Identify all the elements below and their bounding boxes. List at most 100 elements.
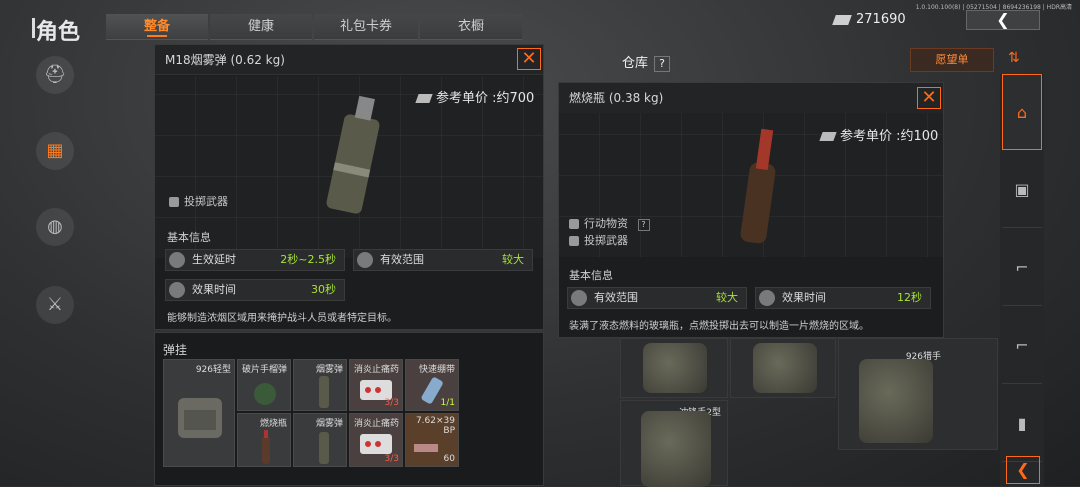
stat-label: 有效范围 (594, 291, 638, 304)
stat-range: 有效范围 较大 (567, 287, 747, 309)
backpack-icon[interactable]: ◍ (36, 208, 74, 246)
stat-value: 较大 (716, 291, 738, 304)
pills-image (360, 434, 392, 454)
bag-image (643, 343, 707, 393)
container-icon[interactable]: ▣ (1002, 152, 1042, 228)
bag-image (859, 359, 933, 443)
slot-count: 3/3 (384, 454, 399, 464)
cash-icon (819, 132, 837, 141)
category-tag: 投掷武器 (169, 193, 228, 209)
slot-ammo[interactable]: 7.62×39 BP 60 (405, 413, 459, 467)
back-arrow-icon: ❮ (996, 10, 1010, 29)
bag-image (753, 343, 817, 393)
tab-wardrobe[interactable]: 衣橱 (420, 14, 522, 40)
cash-icon (415, 94, 433, 103)
rifle-icon[interactable]: ⌐ (1002, 230, 1042, 306)
smoke-image (319, 376, 329, 408)
weapon-icon[interactable]: ⚔ (36, 286, 74, 324)
slot-count: 3/3 (384, 398, 399, 408)
helmet-icon[interactable]: ⛑ (36, 56, 74, 94)
range-icon (357, 252, 373, 268)
stat-label: 有效范围 (380, 253, 424, 266)
warehouse-title: 仓库 (622, 56, 649, 71)
slot-name: 破片手榴弹 (241, 365, 287, 375)
stat-label: 效果时间 (782, 291, 826, 304)
slot-painkiller-1[interactable]: 消炎止痛药 3/3 (349, 359, 403, 411)
item-detail-panel-smoke: M18烟雾弹 (0.62 kg) ✕ 参考单价 :约700 投掷武器 基本信息 … (154, 44, 544, 330)
item-description: 能够制造浓烟区域用来掩护战斗人员或者特定目标。 (167, 313, 397, 324)
slot-bandage[interactable]: 快速绷带 1/1 (405, 359, 459, 411)
sort-icon[interactable]: ⇅ (1008, 50, 1020, 66)
tab-health[interactable]: 健康 (210, 14, 312, 40)
timer-icon (169, 282, 185, 298)
stat-value: 较大 (502, 253, 524, 266)
category-label: 投掷武器 (584, 234, 628, 247)
smoke-grenade-image (326, 95, 380, 214)
bag-image (641, 411, 711, 487)
money-amount: 271690 (856, 12, 906, 27)
vest-slot[interactable]: 926轻型 (163, 359, 235, 467)
close-icon[interactable]: ✕ (517, 48, 541, 70)
stat-delay: 生效延时 2秒~2.5秒 (165, 249, 345, 271)
hourglass-icon (169, 252, 185, 268)
molotov-image (262, 430, 270, 464)
slot-smoke-1[interactable]: 烟雾弹 (293, 359, 347, 411)
money-display: 271690 (832, 12, 906, 27)
category-label: 投掷武器 (184, 195, 228, 208)
rifle-icon[interactable]: ⌐ (1002, 308, 1042, 384)
warehouse-cell[interactable] (730, 338, 836, 398)
smoke-image (319, 432, 329, 464)
slot-name: 烟雾弹 (315, 419, 343, 429)
loadout-panel: 弹挂 926轻型 破片手榴弹 烟雾弹 消炎止痛药 3/3 快速绷带 1/1 燃烧瓶 … (154, 332, 544, 486)
grenade-icon (569, 236, 579, 246)
back-button[interactable]: ❮ (966, 10, 1040, 30)
cash-icon (832, 14, 852, 25)
close-icon[interactable]: ✕ (917, 87, 941, 109)
tab-gift-cards[interactable]: 礼包卡券 (314, 14, 418, 40)
slot-frag-grenade[interactable]: 破片手榴弹 (237, 359, 291, 411)
warehouse-filter-bar: ⌂ ▣ ⌐ ⌐ ▮ (1000, 74, 1044, 486)
home-icon[interactable]: ⌂ (1002, 74, 1042, 150)
magazine-icon[interactable]: ▮ (1002, 386, 1042, 462)
reference-price: 参考单价 :约100 (819, 125, 939, 144)
top-bar: 角色 整备 健康 礼包卡券 衣橱 271690 1.0.100.100(8) |… (0, 0, 1080, 45)
stat-range: 有效范围 较大 (353, 249, 533, 271)
price-text: 参考单价 :约100 (840, 129, 939, 144)
slot-name: 7.62×39 BP (415, 416, 455, 436)
stat-label: 生效延时 (192, 253, 236, 266)
armor-icon[interactable]: ▦ (36, 132, 74, 170)
section-title: 基本信息 (167, 231, 211, 244)
item-title: M18烟雾弹 (0.62 kg) (155, 45, 543, 75)
stat-value: 2秒~2.5秒 (280, 253, 336, 266)
category-tag: 投掷武器 (569, 232, 628, 248)
stat-value: 12秒 (897, 291, 922, 304)
warehouse-cell[interactable] (620, 338, 728, 398)
stat-duration: 效果时间 30秒 (165, 279, 345, 301)
stat-value: 30秒 (311, 283, 336, 296)
warehouse-cell[interactable]: 冲锋手2型 (620, 400, 728, 487)
section-title: 基本信息 (569, 269, 613, 282)
vest-image (178, 398, 222, 438)
wishlist-button[interactable]: 愿望单 (910, 48, 994, 72)
slot-smoke-2[interactable]: 烟雾弹 (293, 413, 347, 467)
tab-loadout[interactable]: 整备 (106, 14, 208, 40)
slot-molotov[interactable]: 燃烧瓶 (237, 413, 291, 467)
category-label: 行动物资 (584, 217, 628, 230)
supplies-icon (569, 219, 579, 229)
help-button[interactable]: ? (654, 56, 671, 72)
grenade-image (254, 383, 276, 405)
item-description: 装满了液态燃料的玻璃瓶，点燃投掷出去可以制造一片燃烧的区域。 (569, 321, 869, 332)
timer-icon (759, 290, 775, 306)
slot-painkiller-2[interactable]: 消炎止痛药 3/3 (349, 413, 403, 467)
item-detail-panel-molotov: 燃烧瓶 (0.38 kg) ✕ 参考单价 :约100 行动物资 ? 投掷武器 基… (558, 82, 944, 338)
category-tag: 行动物资 ? (569, 215, 650, 231)
stat-label: 效果时间 (192, 283, 236, 296)
collapse-arrow-icon[interactable]: ❮ (1006, 456, 1040, 484)
price-text: 参考单价 :约700 (436, 91, 535, 106)
reference-price: 参考单价 :约700 (415, 87, 535, 106)
help-button[interactable]: ? (637, 219, 650, 231)
warehouse-cell[interactable]: 926猎手 (838, 338, 998, 450)
item-title: 燃烧瓶 (0.38 kg) (559, 83, 943, 113)
slot-name: 快速绷带 (418, 365, 455, 375)
vest-name: 926轻型 (195, 365, 231, 375)
